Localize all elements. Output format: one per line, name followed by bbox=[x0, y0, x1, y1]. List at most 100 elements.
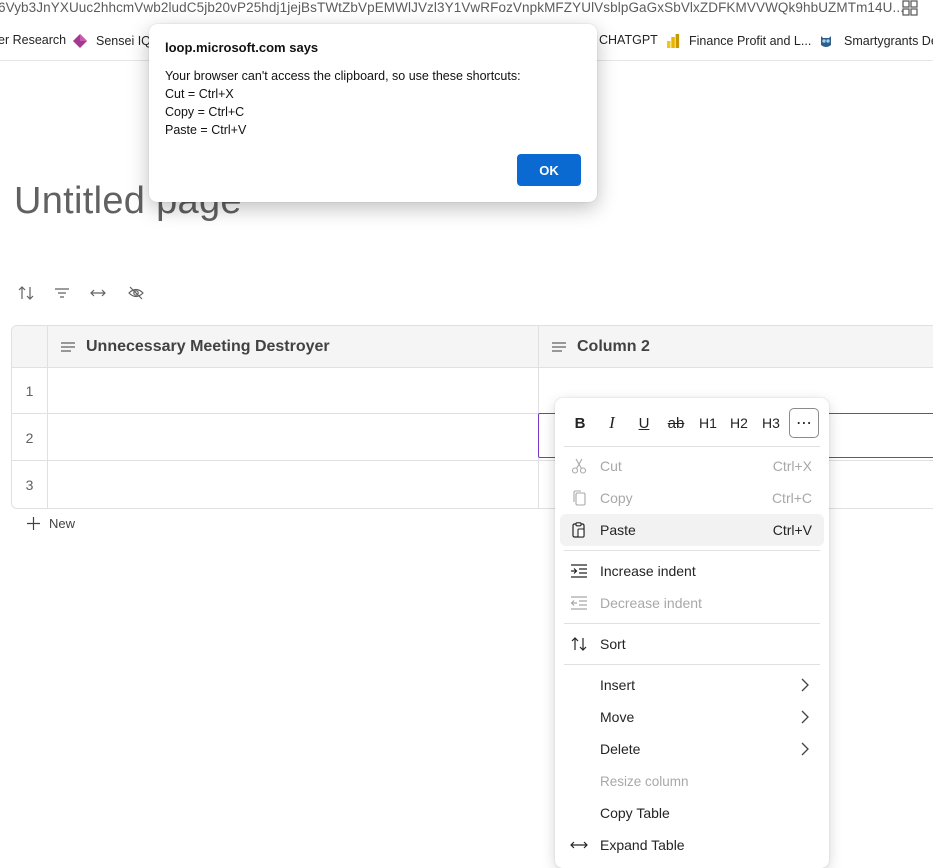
text-column-icon bbox=[61, 341, 75, 352]
eye-off-icon bbox=[128, 286, 144, 300]
column-header-2[interactable]: Column 2 bbox=[551, 326, 650, 367]
menu-item-copy-table[interactable]: Copy Table bbox=[560, 797, 824, 829]
menu-item-paste[interactable]: Paste Ctrl+V bbox=[560, 514, 824, 546]
dialog-shortcut-copy: Copy = Ctrl+C bbox=[165, 105, 245, 119]
column-header-label: Column 2 bbox=[577, 337, 650, 355]
menu-item-shortcut: Ctrl+X bbox=[772, 458, 812, 474]
column-header-label: Unnecessary Meeting Destroyer bbox=[86, 337, 330, 355]
dialog-message: Your browser can't access the clipboard,… bbox=[165, 69, 521, 83]
table-cell[interactable] bbox=[48, 414, 538, 460]
menu-item-decrease-indent[interactable]: Decrease indent bbox=[560, 587, 824, 619]
url-text[interactable]: 6Vyb3JnYXUuc2hhcmVwb2ludC5jb20vP25hdj1je… bbox=[0, 0, 904, 15]
format-toolbar: B I U ab H1 H2 H3 ⋯ bbox=[555, 408, 829, 442]
chevron-right-icon bbox=[801, 742, 809, 756]
menu-item-label: Decrease indent bbox=[600, 595, 702, 611]
filter-button[interactable] bbox=[52, 283, 72, 303]
more-icon: ⋯ bbox=[796, 415, 812, 432]
clipboard-paste-icon bbox=[572, 522, 585, 538]
strikethrough-button[interactable]: ab bbox=[661, 408, 691, 438]
menu-item-shortcut: Ctrl+C bbox=[771, 490, 812, 506]
italic-glyph: I bbox=[609, 413, 615, 432]
heading1-glyph: H1 bbox=[699, 415, 717, 431]
heading3-button[interactable]: H3 bbox=[756, 408, 786, 438]
expand-width-button[interactable] bbox=[88, 283, 108, 303]
heading1-button[interactable]: H1 bbox=[693, 408, 723, 438]
row-number: 3 bbox=[25, 477, 34, 493]
more-options-button[interactable]: ⋯ bbox=[789, 408, 819, 438]
heading2-glyph: H2 bbox=[730, 415, 748, 431]
chevron-right-icon bbox=[801, 710, 809, 724]
menu-item-label: Cut bbox=[600, 458, 622, 474]
arrows-horizontal-icon bbox=[90, 289, 106, 297]
menu-item-label: Copy Table bbox=[600, 805, 670, 821]
sort-icon bbox=[571, 637, 587, 651]
heading3-glyph: H3 bbox=[762, 415, 780, 431]
sort-icon bbox=[18, 286, 34, 300]
menu-item-sort[interactable]: Sort bbox=[560, 628, 824, 660]
bookmark-label: Sensei IQ bbox=[96, 34, 151, 48]
bold-glyph: B bbox=[574, 414, 586, 432]
menu-item-move[interactable]: Move bbox=[560, 701, 824, 733]
column-header-1[interactable]: Unnecessary Meeting Destroyer bbox=[60, 326, 330, 367]
underline-glyph: U bbox=[638, 414, 650, 432]
filter-icon bbox=[55, 288, 69, 298]
power-bi-icon bbox=[667, 34, 680, 48]
menu-separator bbox=[564, 623, 820, 624]
menu-item-label: Paste bbox=[600, 522, 636, 538]
address-bar[interactable]: 6Vyb3JnYXUuc2hhcmVwb2ludC5jb20vP25hdj1je… bbox=[0, 0, 933, 20]
menu-item-label: Delete bbox=[600, 741, 641, 757]
menu-item-delete[interactable]: Delete bbox=[560, 733, 824, 765]
row-number: 1 bbox=[25, 383, 34, 399]
hide-fields-button[interactable] bbox=[126, 283, 146, 303]
table-cell[interactable] bbox=[48, 461, 538, 507]
scissors-icon bbox=[571, 458, 587, 474]
ok-button[interactable]: OK bbox=[517, 154, 581, 186]
sort-button[interactable] bbox=[16, 283, 36, 303]
menu-item-label: Insert bbox=[600, 677, 636, 693]
menu-separator bbox=[564, 446, 820, 447]
menu-item-increase-indent[interactable]: Increase indent bbox=[560, 555, 824, 587]
heading2-button[interactable]: H2 bbox=[724, 408, 754, 438]
alert-dialog: loop.microsoft.com says Your browser can… bbox=[149, 24, 597, 202]
menu-item-label: Move bbox=[600, 709, 635, 725]
bookmark-label: er Research bbox=[0, 33, 67, 47]
bookmark-label: Finance Profit and L... bbox=[689, 34, 812, 48]
bookmark-finance[interactable]: Finance Profit and L... bbox=[665, 33, 811, 49]
menu-item-label: Sort bbox=[600, 636, 626, 652]
copy-icon bbox=[573, 490, 586, 506]
menu-item-label: Resize column bbox=[600, 773, 689, 789]
sensei-iq-icon bbox=[73, 34, 87, 48]
text-column-icon bbox=[552, 341, 566, 352]
dialog-shortcut-paste: Paste = Ctrl+V bbox=[165, 123, 247, 137]
table-cell[interactable] bbox=[48, 368, 538, 413]
italic-button[interactable]: I bbox=[597, 408, 627, 438]
new-row-label: New bbox=[49, 516, 76, 531]
menu-item-copy[interactable]: Copy Ctrl+C bbox=[560, 482, 824, 514]
menu-item-label: Copy bbox=[600, 490, 633, 506]
underline-button[interactable]: U bbox=[629, 408, 659, 438]
bookmark-research[interactable]: er Research bbox=[0, 33, 66, 47]
new-row-button[interactable]: New bbox=[26, 516, 75, 531]
context-menu: B I U ab H1 H2 H3 ⋯ Cut Ctrl+X Copy Ctrl… bbox=[555, 398, 829, 868]
bookmark-chatgpt[interactable]: CHATGPT bbox=[599, 33, 658, 47]
increase-indent-icon bbox=[571, 564, 587, 578]
menu-item-resize-column[interactable]: Resize column bbox=[560, 765, 824, 797]
bookmark-sensei-iq[interactable]: Sensei IQ bbox=[72, 33, 151, 49]
menu-item-cut[interactable]: Cut Ctrl+X bbox=[560, 450, 824, 482]
menu-item-insert[interactable]: Insert bbox=[560, 669, 824, 701]
menu-item-shortcut: Ctrl+V bbox=[772, 522, 812, 538]
bookmark-label: Smartygrants Dep bbox=[844, 34, 933, 48]
menu-item-expand-table[interactable]: Expand Table bbox=[560, 829, 824, 861]
menu-item-label: Increase indent bbox=[600, 563, 696, 579]
bookmark-smartygrants[interactable]: Smartygrants Dep bbox=[818, 33, 933, 49]
bookmark-label: CHATGPT bbox=[599, 33, 658, 47]
smartygrants-owl-icon bbox=[821, 36, 831, 47]
bold-button[interactable]: B bbox=[565, 408, 595, 438]
strikethrough-glyph: ab bbox=[667, 414, 685, 432]
dialog-title: loop.microsoft.com says bbox=[165, 40, 319, 55]
dialog-shortcut-cut: Cut = Ctrl+X bbox=[165, 87, 234, 101]
extensions-icon[interactable] bbox=[900, 0, 920, 18]
menu-separator bbox=[564, 550, 820, 551]
menu-separator bbox=[564, 664, 820, 665]
chevron-right-icon bbox=[801, 678, 809, 692]
